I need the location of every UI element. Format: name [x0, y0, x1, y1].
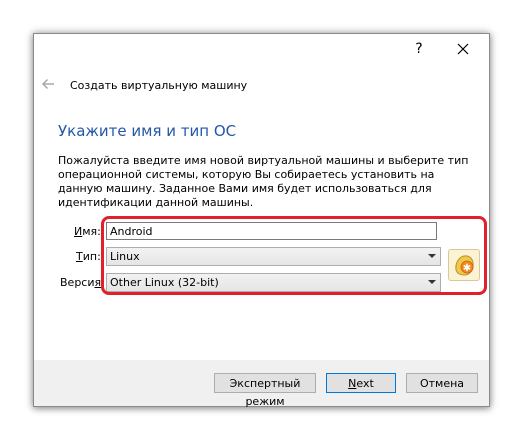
- type-label-mnemonic: Т: [76, 250, 83, 263]
- type-label-rest: ип:: [82, 250, 101, 263]
- highlight-frame: [101, 216, 487, 295]
- create-vm-dialog: ? Создать виртуальную машину Укажите имя…: [33, 33, 490, 408]
- expert-mode-button[interactable]: Экспертный режим: [214, 373, 316, 408]
- name-label: Имя:: [74, 225, 101, 238]
- wizard-nav: Создать виртуальную машину: [34, 72, 489, 98]
- help-button[interactable]: ?: [412, 42, 426, 56]
- close-icon[interactable]: [456, 42, 470, 56]
- type-label: Тип:: [76, 250, 101, 263]
- button-bar: Экспертный режим Next Отмена: [34, 360, 489, 408]
- cancel-button[interactable]: Отмена: [406, 373, 478, 393]
- next-button[interactable]: Next: [326, 373, 396, 393]
- page-heading: Укажите имя и тип ОС: [58, 122, 237, 140]
- name-label-mnemonic: И: [74, 225, 83, 238]
- title-bar: ?: [34, 34, 489, 64]
- description-text: Пожалуйста введите имя новой виртуальной…: [58, 154, 469, 209]
- name-label-rest: мя:: [82, 225, 101, 238]
- back-arrow-icon[interactable]: [41, 77, 55, 91]
- next-button-rest: ext: [356, 377, 374, 390]
- version-label-pre: Верси: [60, 276, 95, 289]
- wizard-title: Создать виртуальную машину: [70, 79, 248, 92]
- version-label: Версия:: [60, 276, 105, 289]
